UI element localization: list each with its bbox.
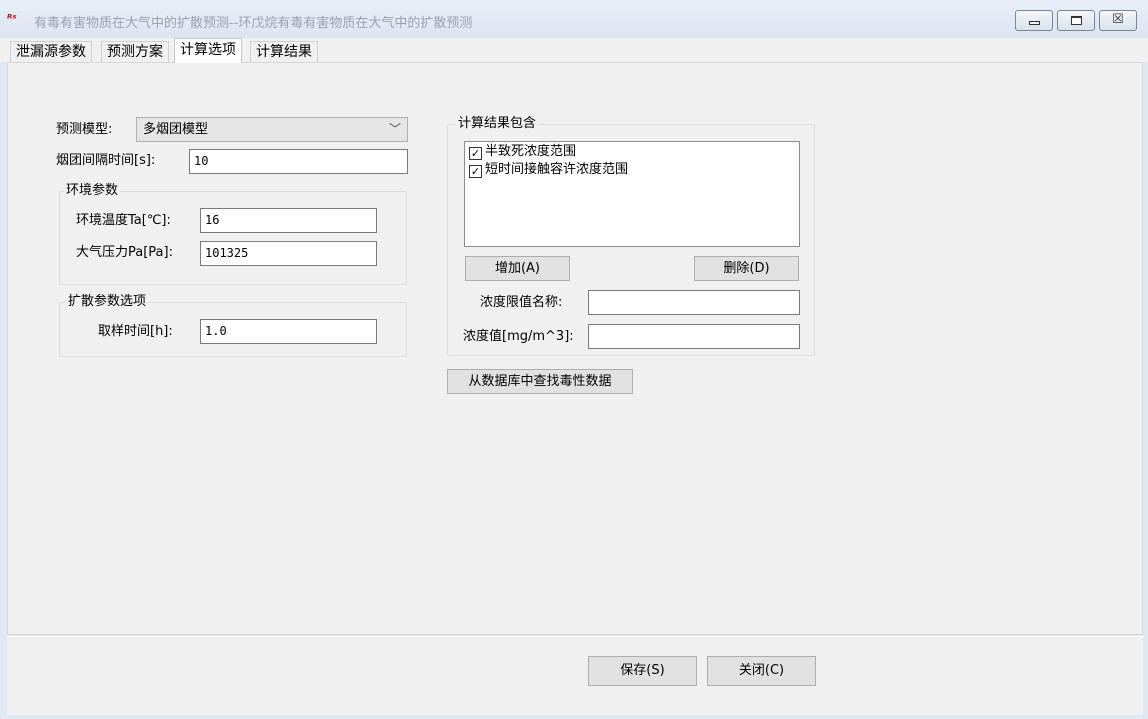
model-select[interactable]: 多烟团模型 ﹀	[136, 117, 408, 142]
checkbox-lethal-concentration[interactable]: ✓	[469, 147, 482, 160]
concentration-label: 浓度值[mg/m^3]:	[463, 329, 574, 344]
tab-panel-content: 预测模型: 多烟团模型 ﹀ 烟团间隔时间[s]: 10 环境参数 环境温度Ta[…	[14, 67, 1142, 628]
sampling-label: 取样时间[h]:	[98, 324, 173, 339]
limit-name-label: 浓度限值名称:	[480, 295, 563, 310]
pressure-label: 大气压力Pa[Pa]:	[76, 245, 173, 260]
results-listbox[interactable]: ✓ 半致死浓度范围 ✓ 短时间接触容许浓度范围	[464, 141, 800, 247]
footer-bar: 保存(S) 关闭(C)	[7, 636, 1143, 715]
env-params-group	[59, 191, 407, 285]
temp-input[interactable]: 16	[200, 208, 377, 233]
tab-leak-source[interactable]: 泄漏源参数	[10, 41, 92, 62]
lookup-toxicity-button[interactable]: 从数据库中查找毒性数据	[447, 369, 633, 394]
maximize-icon	[1071, 16, 1082, 25]
list-item-label: 半致死浓度范围	[485, 144, 577, 159]
concentration-input[interactable]	[588, 324, 800, 349]
tab-calc-options[interactable]: 计算选项	[174, 38, 242, 63]
list-item[interactable]: ✓ 短时间接触容许浓度范围	[469, 161, 628, 179]
interval-label: 烟团间隔时间[s]:	[56, 153, 156, 168]
results-group-title: 计算结果包含	[456, 116, 539, 132]
interval-input[interactable]: 10	[189, 149, 408, 174]
window-title: 有毒有害物质在大气中的扩散预测--环戊烷有毒有害物质在大气中的扩散预测	[34, 16, 473, 31]
limit-name-input[interactable]	[588, 290, 800, 315]
close-window-button[interactable]: ☒	[1099, 10, 1137, 31]
close-icon: ☒	[1112, 12, 1124, 27]
list-item[interactable]: ✓ 半致死浓度范围	[469, 143, 576, 161]
minimize-button[interactable]	[1015, 10, 1053, 31]
sampling-input[interactable]: 1.0	[200, 319, 377, 344]
chevron-down-icon: ﹀	[388, 122, 401, 136]
save-button[interactable]: 保存(S)	[588, 656, 697, 686]
temp-label: 环境温度Ta[℃]:	[76, 213, 171, 228]
tab-strip: 泄漏源参数 预测方案 计算选项 计算结果	[0, 38, 1148, 63]
tab-prediction-plan[interactable]: 预测方案	[101, 41, 169, 62]
model-label: 预测模型:	[56, 122, 113, 137]
title-bar: ᴿˢ 有毒有害物质在大气中的扩散预测--环戊烷有毒有害物质在大气中的扩散预测 ☒	[0, 0, 1148, 38]
add-button[interactable]: 增加(A)	[465, 256, 570, 281]
model-select-value: 多烟团模型	[143, 122, 209, 137]
checkbox-short-term-exposure[interactable]: ✓	[469, 165, 482, 178]
diffusion-options-title: 扩散参数选项	[66, 294, 149, 310]
tab-calc-results[interactable]: 计算结果	[250, 41, 318, 62]
app-icon: ᴿˢ	[7, 12, 17, 25]
list-item-label: 短时间接触容许浓度范围	[485, 162, 629, 177]
pressure-input[interactable]: 101325	[200, 241, 377, 266]
delete-button[interactable]: 删除(D)	[694, 256, 799, 281]
env-params-title: 环境参数	[64, 183, 121, 199]
minimize-icon	[1029, 21, 1040, 25]
close-button[interactable]: 关闭(C)	[707, 656, 816, 686]
maximize-button[interactable]	[1057, 10, 1095, 31]
